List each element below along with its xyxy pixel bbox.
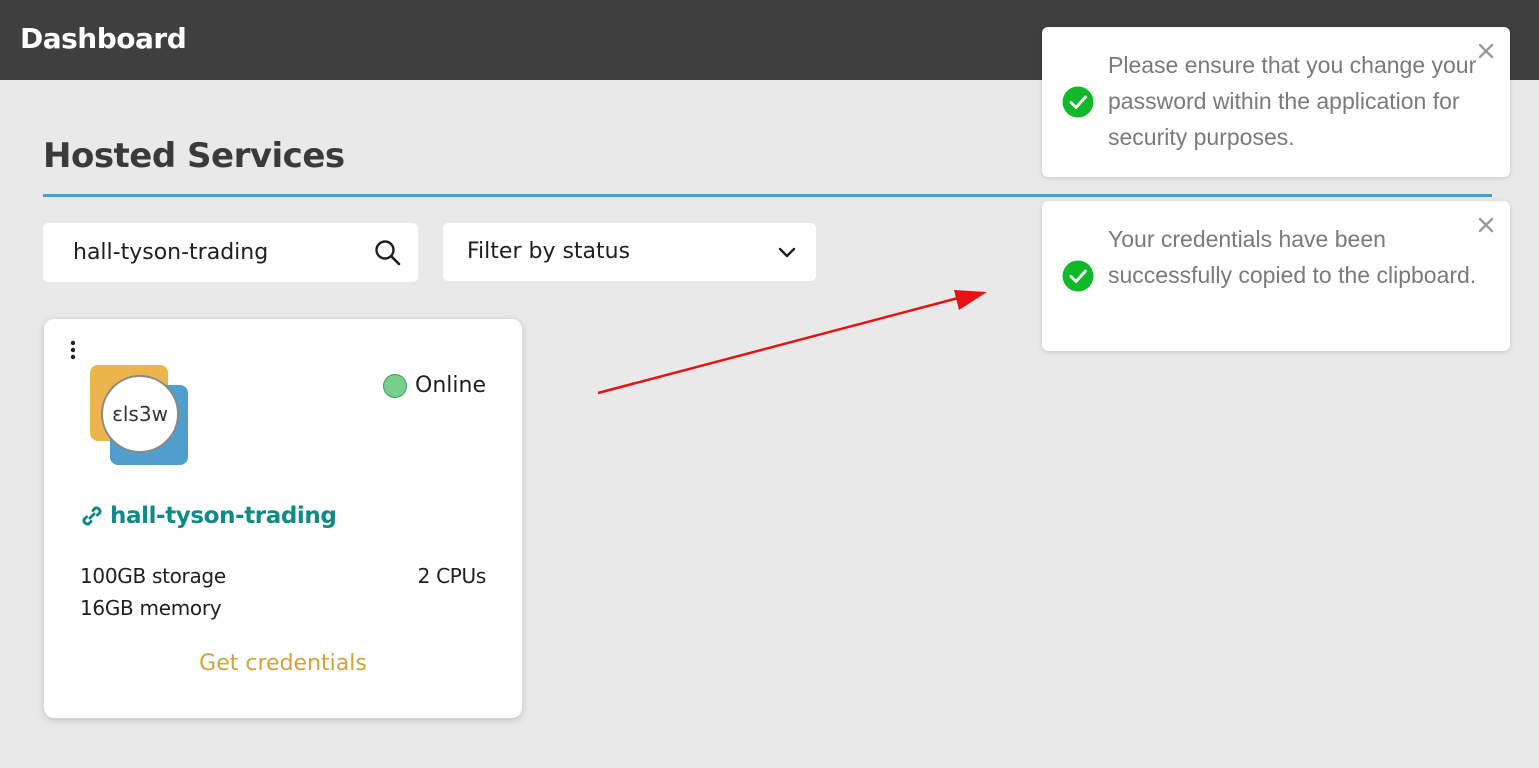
- get-credentials-button[interactable]: Get credentials: [44, 651, 522, 676]
- section-divider: [43, 194, 1492, 197]
- status-label: Online: [415, 373, 486, 398]
- service-name-link[interactable]: hall-tyson-trading: [80, 503, 337, 529]
- status-indicator: [383, 373, 408, 398]
- annotation-arrow: [597, 290, 987, 395]
- link-icon: [82, 506, 102, 526]
- logo-lettering: ԑls3w: [112, 402, 168, 426]
- memory-spec: 16GB memory: [80, 596, 222, 620]
- service-logo: ԑls3w: [90, 365, 188, 465]
- cpu-spec: 2 CPUs: [417, 564, 487, 588]
- search-input[interactable]: [43, 223, 363, 282]
- service-name: hall-tyson-trading: [110, 503, 337, 529]
- search-box: [43, 223, 418, 282]
- service-status: Online: [383, 373, 486, 398]
- close-icon[interactable]: [1476, 215, 1496, 235]
- check-circle-icon: [1062, 86, 1094, 118]
- toast-notification: Your credentials have been successfully …: [1042, 201, 1510, 351]
- search-icon[interactable]: [373, 238, 403, 268]
- status-filter-dropdown[interactable]: Filter by status: [443, 223, 816, 281]
- toast-message: Please ensure that you change your passw…: [1108, 52, 1477, 150]
- storage-spec: 100GB storage: [80, 564, 226, 588]
- service-card: ԑls3w Online hall-tyson-trading 100GB st…: [44, 319, 522, 718]
- page-title: Hosted Services: [43, 136, 345, 176]
- toast-notification: Please ensure that you change your passw…: [1042, 27, 1510, 177]
- kebab-menu-icon[interactable]: [66, 339, 80, 361]
- check-circle-icon: [1062, 260, 1094, 292]
- chevron-down-icon: [778, 247, 796, 258]
- status-filter-label: Filter by status: [467, 239, 631, 264]
- close-icon[interactable]: [1476, 41, 1496, 61]
- toast-message: Your credentials have been successfully …: [1108, 226, 1477, 288]
- app-title: Dashboard: [20, 22, 187, 55]
